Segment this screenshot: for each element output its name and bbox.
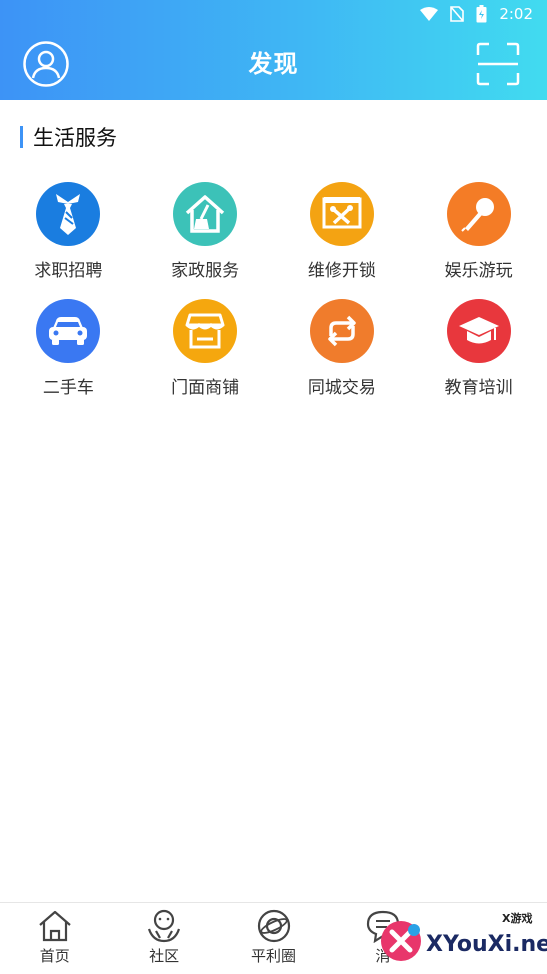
microphone-icon (446, 182, 511, 246)
section-header: 生活服务 (20, 122, 117, 152)
service-jobs[interactable]: 求职招聘 (0, 182, 137, 281)
tab-community[interactable]: 社区 (109, 903, 218, 974)
status-time: 2:02 (499, 5, 533, 23)
service-label: 娱乐游玩 (444, 261, 513, 281)
home-icon (38, 910, 71, 942)
service-used-car[interactable]: 二手车 (0, 299, 137, 398)
service-label: 求职招聘 (34, 261, 103, 281)
tools-icon (309, 182, 374, 246)
service-local-trade[interactable]: 同城交易 (274, 299, 411, 398)
service-label: 教育培训 (444, 378, 513, 398)
tie-icon (36, 182, 101, 246)
service-label: 门面商铺 (171, 378, 240, 398)
exchange-icon (309, 299, 374, 363)
tab-label: 社区 (149, 947, 180, 965)
tab-label: 平利圈 (251, 947, 297, 965)
watermark-text: XYouXi.net (426, 932, 547, 957)
graduation-cap-icon (446, 299, 511, 363)
service-entertainment[interactable]: 娱乐游玩 (410, 182, 547, 281)
service-housekeeping[interactable]: 家政服务 (137, 182, 274, 281)
service-label: 二手车 (42, 378, 94, 398)
service-label: 同城交易 (307, 378, 376, 398)
circle-planet-icon (257, 909, 290, 943)
service-storefront[interactable]: 门面商铺 (137, 299, 274, 398)
no-sim-icon (450, 6, 465, 22)
house-broom-icon (173, 182, 238, 246)
shop-icon (173, 299, 238, 363)
watermark: X游戏 XYouXi.net (378, 910, 547, 974)
wifi-icon (420, 7, 439, 21)
tab-pingli-circle[interactable]: 平利圈 (219, 903, 328, 974)
page-title: 发现 (248, 50, 299, 78)
section-accent-bar (20, 126, 23, 148)
service-label: 家政服务 (171, 261, 240, 281)
section-title: 生活服务 (33, 126, 117, 150)
service-label: 维修开锁 (307, 261, 376, 281)
tab-label: 首页 (39, 947, 70, 965)
watermark-small-text: X游戏 (502, 912, 533, 925)
car-icon (36, 299, 101, 363)
service-education[interactable]: 教育培训 (410, 299, 547, 398)
battery-icon (476, 5, 487, 23)
service-repair[interactable]: 维修开锁 (274, 182, 411, 281)
header-bar: 2:02 发现 (0, 0, 547, 100)
service-grid: 求职招聘 家政服务 维修开锁 娱乐游玩 二手车 门面商铺 同城交易 教育培训 (0, 182, 547, 398)
tab-home[interactable]: 首页 (0, 903, 109, 974)
scan-icon (476, 42, 520, 86)
gamepad-logo-icon (381, 921, 421, 961)
status-bar: 2:02 (0, 0, 547, 28)
scan-button[interactable] (476, 42, 520, 86)
community-icon (148, 909, 181, 943)
